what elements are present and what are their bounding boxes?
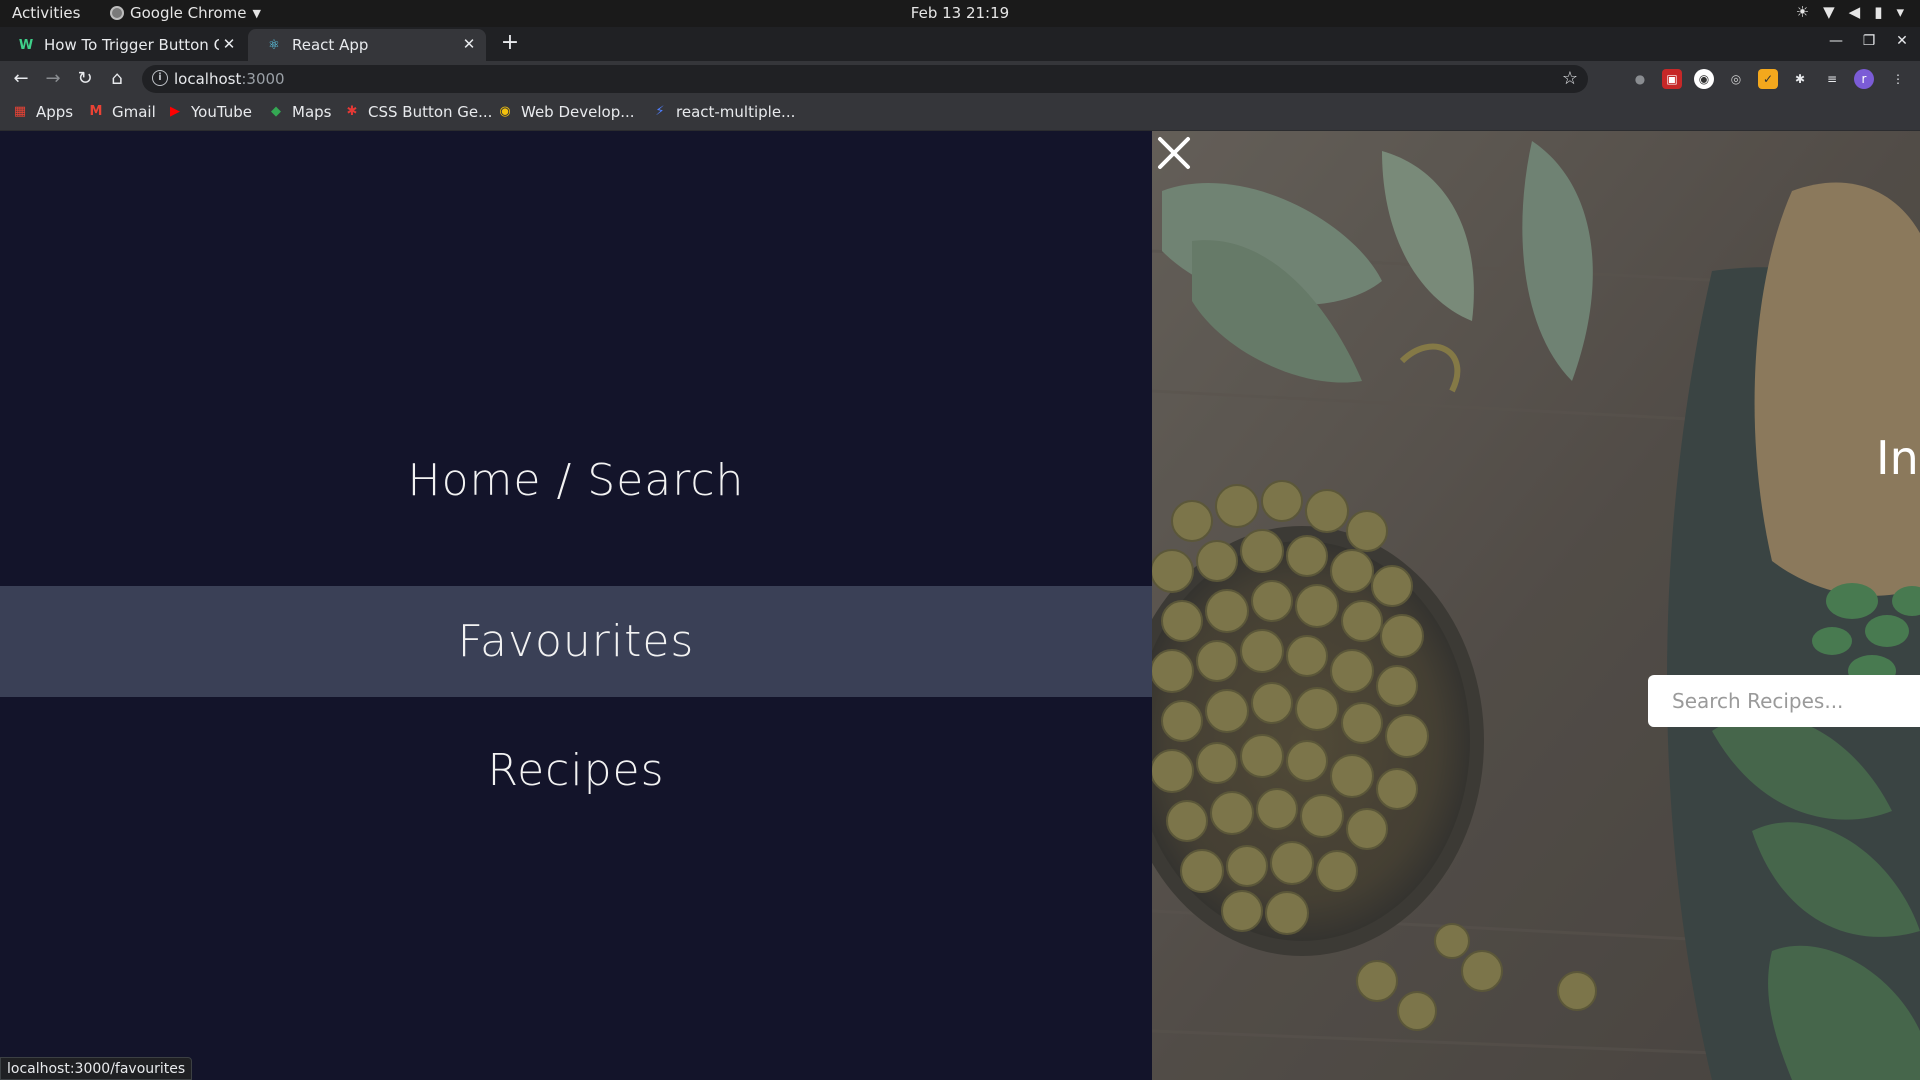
volume-icon: ◀ xyxy=(1848,3,1861,21)
tab-react-app[interactable]: ⚛ React App ✕ xyxy=(248,29,486,61)
chevron-down-icon: ▾ xyxy=(1896,3,1904,21)
bookmark-css-button[interactable]: ✱ CSS Button Ge... xyxy=(344,103,493,121)
close-tab-icon[interactable]: ✕ xyxy=(460,35,478,53)
maps-icon: ◆ xyxy=(271,104,281,119)
extension-red-icon[interactable]: ▣ xyxy=(1662,69,1682,89)
link-status-tooltip: localhost:3000/favourites xyxy=(0,1057,193,1080)
new-tab-button[interactable]: + xyxy=(498,31,522,55)
lightning-icon: ⚡ xyxy=(655,104,665,119)
hero-title: In xyxy=(1876,431,1919,485)
hero-dim-overlay xyxy=(1152,131,1920,1080)
close-menu-icon[interactable] xyxy=(1152,131,1196,175)
home-icon[interactable]: ⌂ xyxy=(105,67,129,91)
bookmark-youtube[interactable]: ▶ YouTube xyxy=(167,103,252,121)
search-recipes-input[interactable] xyxy=(1648,675,1920,727)
page-viewport: Home / Search Favourites Recipes In Sear… xyxy=(0,131,1920,1080)
bookmark-gmail[interactable]: M Gmail xyxy=(88,103,156,121)
hero-section: In xyxy=(1152,131,1920,1080)
bookmark-web-develop[interactable]: ◉ Web Develop... xyxy=(497,103,634,121)
bookmarks-bar: ▦ Apps M Gmail ▶ YouTube ◆ Maps ✱ CSS Bu… xyxy=(0,97,1920,131)
web-dev-icon: ◉ xyxy=(499,104,511,119)
menu-item-home-search[interactable]: Home / Search xyxy=(0,443,1152,519)
brightness-icon: ☀ xyxy=(1795,3,1810,21)
kebab-menu-icon[interactable]: ⋮ xyxy=(1888,69,1908,89)
restore-icon[interactable]: ❐ xyxy=(1859,33,1879,49)
tab-title: How To Trigger Button Cl xyxy=(44,36,219,54)
address-bar[interactable]: i localhost:3000 ☆ xyxy=(142,65,1588,93)
profile-avatar-icon[interactable]: r xyxy=(1854,69,1874,89)
menu-item-recipes[interactable]: Recipes xyxy=(0,731,1152,811)
youtube-icon: ▶ xyxy=(170,104,180,119)
extension-target-icon[interactable]: ◎ xyxy=(1726,69,1746,89)
forward-arrow-icon[interactable]: → xyxy=(41,67,65,91)
close-tab-icon[interactable]: ✕ xyxy=(220,35,238,53)
browser-toolbar: ← → ↻ ⌂ i localhost:3000 ☆ ● ▣ ◉ ◎ ✓ ✱ ≡… xyxy=(0,61,1920,97)
gmail-icon: M xyxy=(89,104,103,119)
react-icon: ⚛ xyxy=(268,37,280,53)
minimize-icon[interactable]: — xyxy=(1826,33,1846,49)
extension-circle-icon[interactable]: ◉ xyxy=(1694,69,1714,89)
url-text[interactable]: localhost:3000 xyxy=(174,70,285,88)
tab-how-to-trigger[interactable]: W How To Trigger Button Cl ✕ xyxy=(0,29,246,61)
battery-icon: ▮ xyxy=(1874,3,1883,21)
system-tray[interactable]: ☀ ▼ ◀ ▮ ▾ xyxy=(1796,3,1904,21)
reload-icon[interactable]: ↻ xyxy=(73,67,97,91)
close-window-icon[interactable]: ✕ xyxy=(1892,33,1912,49)
clock[interactable]: Feb 13 21:19 xyxy=(0,4,1920,22)
info-icon[interactable]: i xyxy=(152,70,168,86)
side-menu: Home / Search Favourites Recipes xyxy=(0,131,1152,1080)
wifi-icon: ▼ xyxy=(1823,3,1835,21)
system-top-bar: Activities Google Chrome ▼ Feb 13 21:19 … xyxy=(0,0,1920,27)
bookmark-react-multiple[interactable]: ⚡ react-multiple... xyxy=(652,103,795,121)
w-logo-icon: W xyxy=(18,37,34,53)
tab-strip: W How To Trigger Button Cl ✕ ⚛ React App… xyxy=(0,27,1920,61)
tab-title: React App xyxy=(292,36,369,54)
extension-yellow-icon[interactable]: ✓ xyxy=(1758,69,1778,89)
back-arrow-icon[interactable]: ← xyxy=(9,67,33,91)
extensions-puzzle-icon[interactable]: ✱ xyxy=(1790,69,1810,89)
bookmark-apps[interactable]: ▦ Apps xyxy=(12,103,73,121)
media-queue-icon[interactable]: ≡ xyxy=(1822,69,1842,89)
css-star-icon: ✱ xyxy=(346,104,358,119)
bookmark-star-icon[interactable]: ☆ xyxy=(1562,68,1578,89)
extension-dropper-icon[interactable]: ● xyxy=(1630,69,1650,89)
bookmark-maps[interactable]: ◆ Maps xyxy=(268,103,331,121)
menu-item-favourites[interactable]: Favourites xyxy=(0,586,1152,697)
apps-grid-icon: ▦ xyxy=(13,104,27,119)
